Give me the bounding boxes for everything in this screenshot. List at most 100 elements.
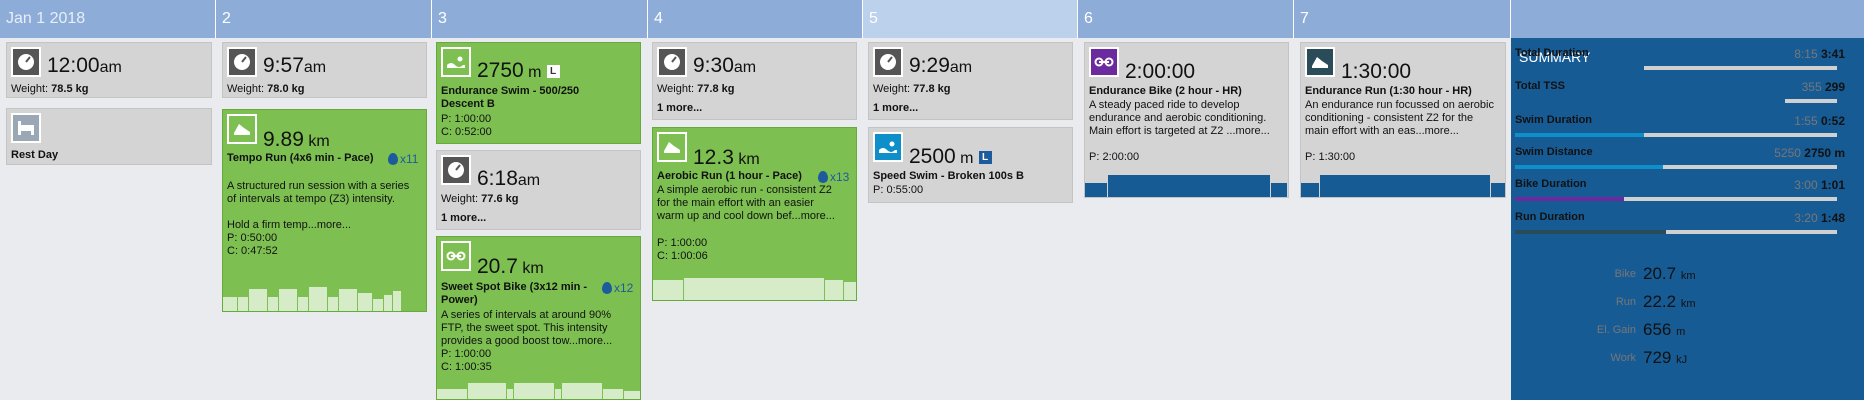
workout-description-more[interactable]: Hold a firm temp...more... xyxy=(227,219,417,232)
summary-progress-track xyxy=(1515,197,1837,201)
summary-progress-track xyxy=(1515,99,1837,103)
summary-progress-fill xyxy=(1515,99,1786,103)
scale-icon xyxy=(227,47,257,77)
planned-duration: P: 2:00:00 xyxy=(1089,151,1140,163)
workout-distance: 20.7 km xyxy=(477,255,544,278)
more-link[interactable]: 1 more... xyxy=(873,102,918,114)
more-link[interactable]: 1 more... xyxy=(657,102,702,114)
workout-chart xyxy=(1085,175,1288,197)
swim-icon xyxy=(441,47,471,77)
planned-duration: P: 0:55:00 xyxy=(873,184,924,196)
workout-title: Endurance Swim - 500/250 Descent B xyxy=(441,85,580,110)
workout-description[interactable]: A series of intervals at around 90% FTP,… xyxy=(441,309,636,348)
run-shoe-icon xyxy=(227,114,257,144)
workout-card-tempo-run[interactable]: 9.89 km Tempo Run (4x6 min - Pace) x11 A… xyxy=(222,109,427,312)
planned-duration: P: 1:00:00 xyxy=(441,113,492,125)
workout-description[interactable]: An endurance run focussed on aerobic con… xyxy=(1305,99,1495,138)
workout-card-endurance-bike[interactable]: 2:00:00 Endurance Bike (2 hour - HR) A s… xyxy=(1084,42,1289,198)
metrics-time: 9:30am xyxy=(693,54,757,77)
workout-description[interactable]: A steady paced ride to develop endurance… xyxy=(1089,99,1279,138)
workout-card-speed-swim[interactable]: 2500 mL Speed Swim - Broken 100s B P: 0:… xyxy=(868,127,1073,203)
planned-duration: P: 0:50:00 xyxy=(227,232,278,244)
completed-duration: C: 1:00:35 xyxy=(441,361,492,373)
metrics-time: 6:18am xyxy=(477,167,541,190)
repeat-count: x13 xyxy=(818,170,849,184)
day-header-2[interactable]: 2 xyxy=(216,0,432,38)
summary-progress-fill xyxy=(1515,66,1644,70)
workout-duration: 1:30:00 xyxy=(1341,60,1412,83)
summary-progress-fill xyxy=(1515,165,1664,169)
workout-chart xyxy=(653,278,856,300)
scale-icon xyxy=(11,47,41,77)
day-header-4[interactable]: 4 xyxy=(648,0,863,38)
scale-icon xyxy=(441,155,471,185)
workout-title: Sweet Spot Bike (3x12 min - Power) xyxy=(441,281,588,306)
workout-chart xyxy=(437,383,640,399)
medal-icon xyxy=(818,171,828,183)
summary-label: Swim Distance xyxy=(1515,146,1593,158)
weight-text: Weight: 78.0 kg xyxy=(227,83,305,95)
metrics-card[interactable]: 9:29am Weight: 77.8 kg 1 more... xyxy=(868,42,1073,120)
summary-panel: Total Duration 8:15 3:41 Total TSS 355 2… xyxy=(1515,47,1845,367)
run-shoe-icon xyxy=(657,132,687,162)
metrics-card[interactable]: 9:30am Weight: 77.8 kg 1 more... xyxy=(652,42,857,120)
summary-label: Total TSS xyxy=(1515,80,1565,92)
weight-text: Weight: 77.8 kg xyxy=(873,83,951,95)
day-header-3[interactable]: 3 xyxy=(432,0,648,38)
summary-progress-track xyxy=(1515,66,1837,70)
workout-distance: 2500 mL xyxy=(909,145,992,169)
summary-value: 1:55 0:52 xyxy=(1794,114,1845,128)
workout-title: Aerobic Run (1 hour - Pace) xyxy=(657,170,802,182)
workout-distance: 2750 mL xyxy=(477,59,560,83)
lap-badge: L xyxy=(978,151,992,164)
metrics-card[interactable]: 9:57am Weight: 78.0 kg xyxy=(222,42,427,98)
planned-duration: P: 1:00:00 xyxy=(441,348,492,360)
workout-description[interactable]: A simple aerobic run - consistent Z2 for… xyxy=(657,184,837,223)
rest-icon xyxy=(11,113,41,143)
day-header-7[interactable]: 7 xyxy=(1294,0,1511,38)
scale-icon xyxy=(873,47,903,77)
summary-label: Total Duration xyxy=(1515,47,1589,59)
bike-icon xyxy=(1089,47,1119,77)
summary-progress-track xyxy=(1515,230,1837,234)
workout-duration: 2:00:00 xyxy=(1125,60,1196,83)
workout-card-endurance-run[interactable]: 1:30:00 Endurance Run (1:30 hour - HR) A… xyxy=(1300,42,1506,198)
workout-chart xyxy=(223,287,402,311)
more-link[interactable]: 1 more... xyxy=(441,212,486,224)
weight-text: Weight: 77.8 kg xyxy=(657,83,735,95)
swim-icon xyxy=(873,132,903,162)
summary-progress-track xyxy=(1515,165,1837,169)
day-header-jan-1[interactable]: Jan 1 2018 xyxy=(0,0,216,38)
day-header-6[interactable]: 6 xyxy=(1078,0,1294,38)
workout-title: Tempo Run (4x6 min - Pace) xyxy=(227,152,374,164)
workout-title: Endurance Run (1:30 hour - HR) xyxy=(1305,85,1472,97)
repeat-count: x11 xyxy=(388,152,418,166)
completed-duration: C: 1:00:06 xyxy=(657,250,708,262)
workout-chart xyxy=(1301,175,1505,197)
workout-distance: 9.89 km xyxy=(263,128,330,151)
summary-progress-fill xyxy=(1515,197,1625,201)
bike-icon xyxy=(441,241,471,271)
summary-label: Run Duration xyxy=(1515,211,1585,223)
metrics-card[interactable]: 6:18am Weight: 77.6 kg 1 more... xyxy=(436,150,641,230)
run-shoe-icon xyxy=(1305,47,1335,77)
medal-icon xyxy=(602,282,612,294)
repeat-count: x12 xyxy=(602,281,633,295)
scale-icon xyxy=(657,47,687,77)
metrics-time: 9:29am xyxy=(909,54,973,77)
workout-distance: 12.3 km xyxy=(693,146,760,169)
completed-duration: C: 0:47:52 xyxy=(227,245,278,257)
summary-progress-track xyxy=(1515,133,1837,137)
workout-card-endurance-swim[interactable]: 2750 mL Endurance Swim - 500/250 Descent… xyxy=(436,42,641,144)
weight-text: Weight: 78.5 kg xyxy=(11,83,89,95)
day-header-5[interactable]: 5 xyxy=(863,0,1078,38)
workout-card-aerobic-run[interactable]: 12.3 km Aerobic Run (1 hour - Pace) x13 … xyxy=(652,127,857,301)
summary-label: Swim Duration xyxy=(1515,114,1593,126)
workout-card-sweet-spot-bike[interactable]: 20.7 km Sweet Spot Bike (3x12 min - Powe… xyxy=(436,236,641,400)
summary-value: 8:15 3:41 xyxy=(1794,47,1845,61)
metrics-card[interactable]: 12:00am Weight: 78.5 kg xyxy=(6,42,212,98)
rest-day-label: Rest Day xyxy=(11,149,59,161)
rest-day-card[interactable]: Rest Day xyxy=(6,108,212,165)
workout-title: Endurance Bike (2 hour - HR) xyxy=(1089,85,1242,97)
metrics-time: 12:00am xyxy=(47,54,122,77)
